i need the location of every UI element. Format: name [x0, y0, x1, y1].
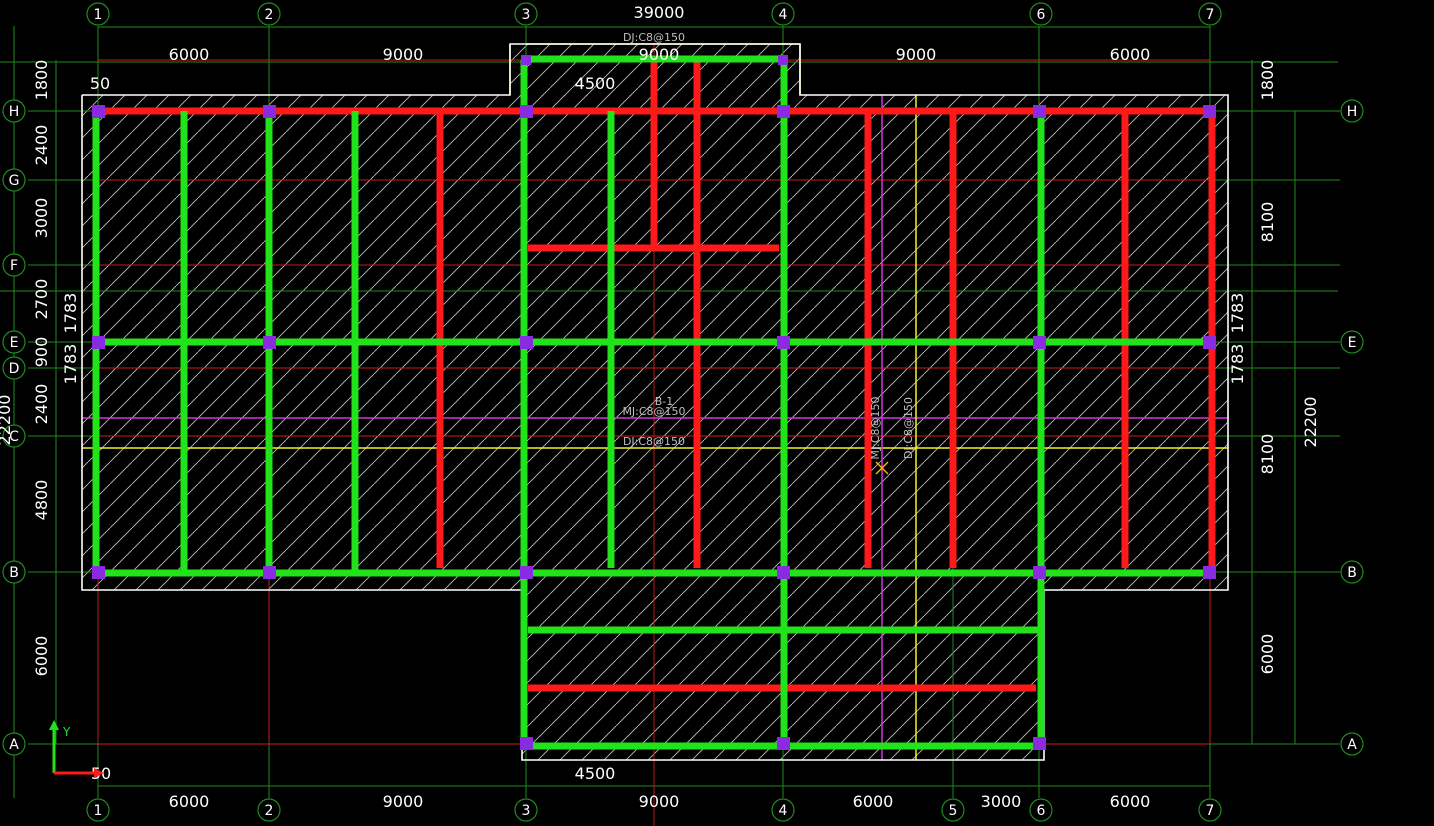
ucs-axis-icon: Y: [49, 720, 104, 778]
dim-left-total: 22200: [0, 395, 14, 446]
dim-top-overall: 39000: [634, 3, 685, 22]
dim-bottom-bay-1: 6000: [169, 792, 210, 811]
axis-label-top-2: 2: [265, 7, 274, 23]
axis-label-right-B: B: [1347, 565, 1357, 581]
axis-label-left-D: D: [9, 361, 20, 377]
dim-top-bump: 9000: [639, 45, 680, 64]
axis-label-bottom-4: 4: [779, 803, 788, 819]
dim-top-bump-half: 4500: [575, 74, 616, 93]
dim-top-bay-4: 6000: [1110, 45, 1151, 64]
dim-left-small-2: 1783: [61, 344, 80, 385]
dim-left-span-7: 6000: [32, 636, 51, 677]
axis-label-bottom-5: 5: [949, 803, 958, 819]
axis-label-top-4: 4: [779, 7, 788, 23]
label-mj-horizontal: MJ:C8@150: [622, 405, 685, 418]
dim-right-projection: 1800: [1258, 60, 1277, 101]
dim-bottom-bay-4: 6000: [853, 792, 894, 811]
axis-label-left-G: G: [9, 173, 20, 189]
dim-left-span-5: 2400: [32, 384, 51, 425]
dim-top-offset: 50: [90, 74, 110, 93]
axis-label-bottom-1: 1: [94, 803, 103, 819]
label-dj-top: DJ:C8@150: [623, 31, 685, 44]
dim-bottom-bay-5: 3000: [981, 792, 1022, 811]
dim-bottom-bay-2: 9000: [383, 792, 424, 811]
dim-bottom-bay-3: 9000: [639, 792, 680, 811]
axis-label-left-H: H: [9, 104, 20, 120]
axis-label-top-3: 3: [522, 7, 531, 23]
axis-label-bottom-7: 7: [1206, 803, 1215, 819]
ucs-y-label: Y: [62, 725, 71, 739]
dim-right-span-3: 6000: [1258, 634, 1277, 675]
axis-label-top-6: 6: [1037, 7, 1046, 23]
dim-left-span-3: 2700: [32, 279, 51, 320]
axis-label-left-F: F: [10, 258, 18, 274]
axis-label-bottom-6: 6: [1037, 803, 1046, 819]
dim-right-span-1: 8100: [1258, 202, 1277, 243]
dim-right-small-2: 1783: [1228, 344, 1247, 385]
dim-left-span-6: 4800: [32, 480, 51, 521]
dim-right-small-1: 1783: [1228, 293, 1247, 334]
dim-top-bay-1: 6000: [169, 45, 210, 64]
dim-right-span-2: 8100: [1258, 434, 1277, 475]
axis-label-right-E: E: [1348, 335, 1357, 351]
label-dj-vertical: DJ:C8@150: [902, 397, 915, 459]
dim-left-projection: 1800: [32, 60, 51, 101]
axis-label-top-1: 1: [94, 7, 103, 23]
dim-bottom-half: 4500: [575, 764, 616, 783]
axis-label-right-A: A: [1347, 737, 1357, 753]
label-dj-horizontal: DJ:C8@150: [623, 435, 685, 448]
dim-right-total: 22200: [1301, 397, 1320, 448]
dim-left-span-2: 3000: [32, 198, 51, 239]
axis-label-top-7: 7: [1206, 7, 1215, 23]
label-mj-vertical: MJ:C8@150: [869, 396, 882, 459]
dim-top-bay-2: 9000: [383, 45, 424, 64]
dim-left-span-1: 2400: [32, 125, 51, 166]
cad-drawing-canvas[interactable]: 1 2 3 4 6 7 1 2 3 4 5 6 7 H G F E D C B …: [0, 0, 1434, 826]
axis-label-right-H: H: [1347, 104, 1358, 120]
dim-left-span-4: 900: [32, 337, 51, 368]
dim-left-small-1: 1783: [61, 293, 80, 334]
axis-label-left-E: E: [10, 335, 19, 351]
dim-bottom-bay-6: 6000: [1110, 792, 1151, 811]
axis-label-bottom-2: 2: [265, 803, 274, 819]
axis-label-left-B: B: [9, 565, 19, 581]
dim-top-bay-3: 9000: [896, 45, 937, 64]
axis-label-left-A: A: [9, 737, 19, 753]
axis-label-bottom-3: 3: [522, 803, 531, 819]
